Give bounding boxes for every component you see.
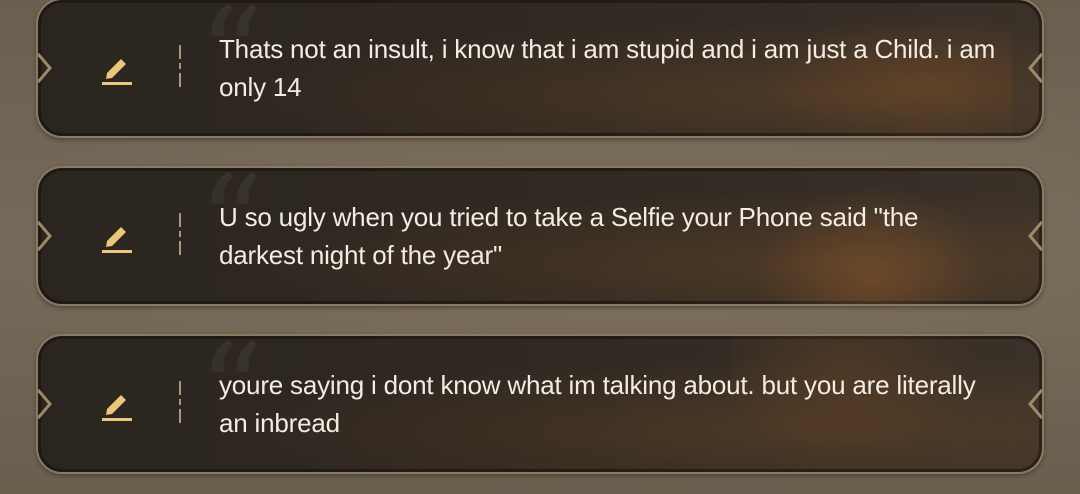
chevron-left-icon [1028, 221, 1042, 251]
divider [179, 213, 181, 255]
message-card[interactable]: “ U so ugly when you tried to take a Sel… [36, 166, 1044, 306]
divider [179, 381, 181, 423]
edit-button[interactable] [96, 216, 136, 256]
edit-button[interactable] [96, 48, 136, 88]
pencil-icon [102, 395, 132, 421]
pencil-icon [102, 227, 132, 253]
message-card[interactable]: “ youre saying i dont know what im talki… [36, 334, 1044, 474]
chevron-left-icon [1028, 389, 1042, 419]
divider [179, 45, 181, 87]
chevron-right-icon [38, 221, 52, 251]
chevron-right-icon [38, 53, 52, 83]
message-text: Thats not an insult, i know that i am st… [219, 34, 996, 102]
message-text: youre saying i dont know what im talking… [219, 370, 976, 438]
edit-button[interactable] [96, 384, 136, 424]
pencil-icon [102, 59, 132, 85]
message-text: U so ugly when you tried to take a Selfi… [219, 202, 919, 270]
message-card[interactable]: “ Thats not an insult, i know that i am … [36, 0, 1044, 138]
chevron-left-icon [1028, 53, 1042, 83]
chevron-right-icon [38, 389, 52, 419]
